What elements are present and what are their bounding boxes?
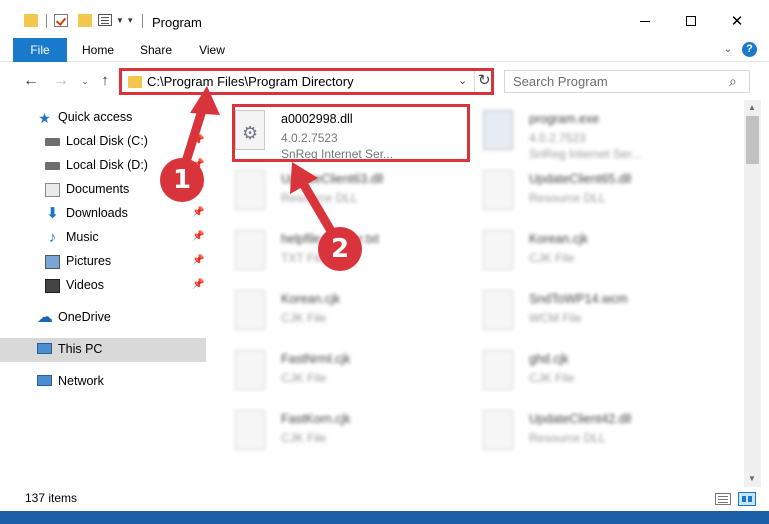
step-badge-1: 1 (160, 158, 204, 202)
step-badge-2: 2 (318, 227, 362, 271)
arrow-2-shaft (296, 175, 339, 241)
arrow-1-head (190, 86, 220, 115)
arrows-svg (179, 86, 339, 241)
